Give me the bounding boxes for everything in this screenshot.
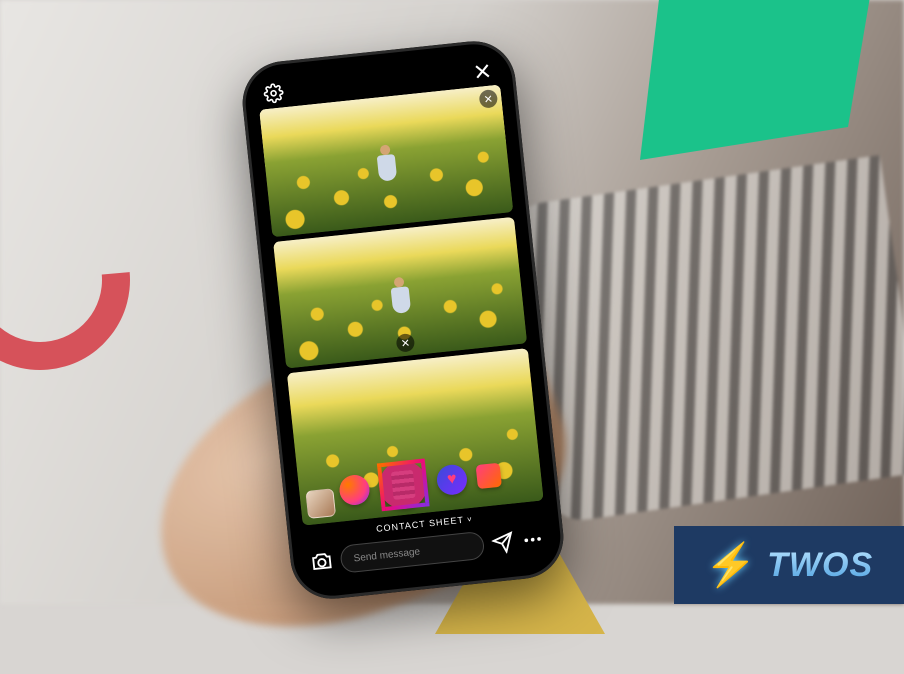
send-icon[interactable] [491, 531, 515, 555]
message-placeholder: Send message [353, 546, 421, 564]
square-sticker[interactable] [476, 463, 502, 489]
film-reel-sticker[interactable] [377, 459, 430, 512]
phone-screen: ✕ ✕ ♥ CONTACT SHEET [250, 48, 557, 592]
person-subject [388, 276, 415, 324]
gradient-orb-sticker[interactable] [338, 474, 371, 507]
message-input[interactable]: Send message [339, 531, 485, 574]
more-icon[interactable] [521, 528, 545, 552]
twos-logo-text: TWOS [767, 546, 873, 585]
contact-sheet-frames: ✕ ✕ ♥ [253, 84, 549, 526]
frame-bottom[interactable]: ♥ [287, 348, 544, 525]
background-striped-shirt [504, 155, 904, 525]
twos-badge: ⚡ TWOS [674, 526, 904, 604]
camera-icon[interactable] [310, 550, 334, 574]
frame-middle[interactable]: ✕ [273, 216, 527, 368]
person-subject [374, 144, 401, 192]
bolt-icon: ⚡ [705, 541, 757, 590]
frame-top[interactable]: ✕ [259, 85, 513, 237]
phone-frame: ✕ ✕ ♥ CONTACT SHEET [239, 37, 568, 603]
heart-sticker[interactable]: ♥ [435, 463, 468, 496]
close-icon[interactable] [471, 60, 493, 82]
gear-icon[interactable] [263, 82, 285, 104]
